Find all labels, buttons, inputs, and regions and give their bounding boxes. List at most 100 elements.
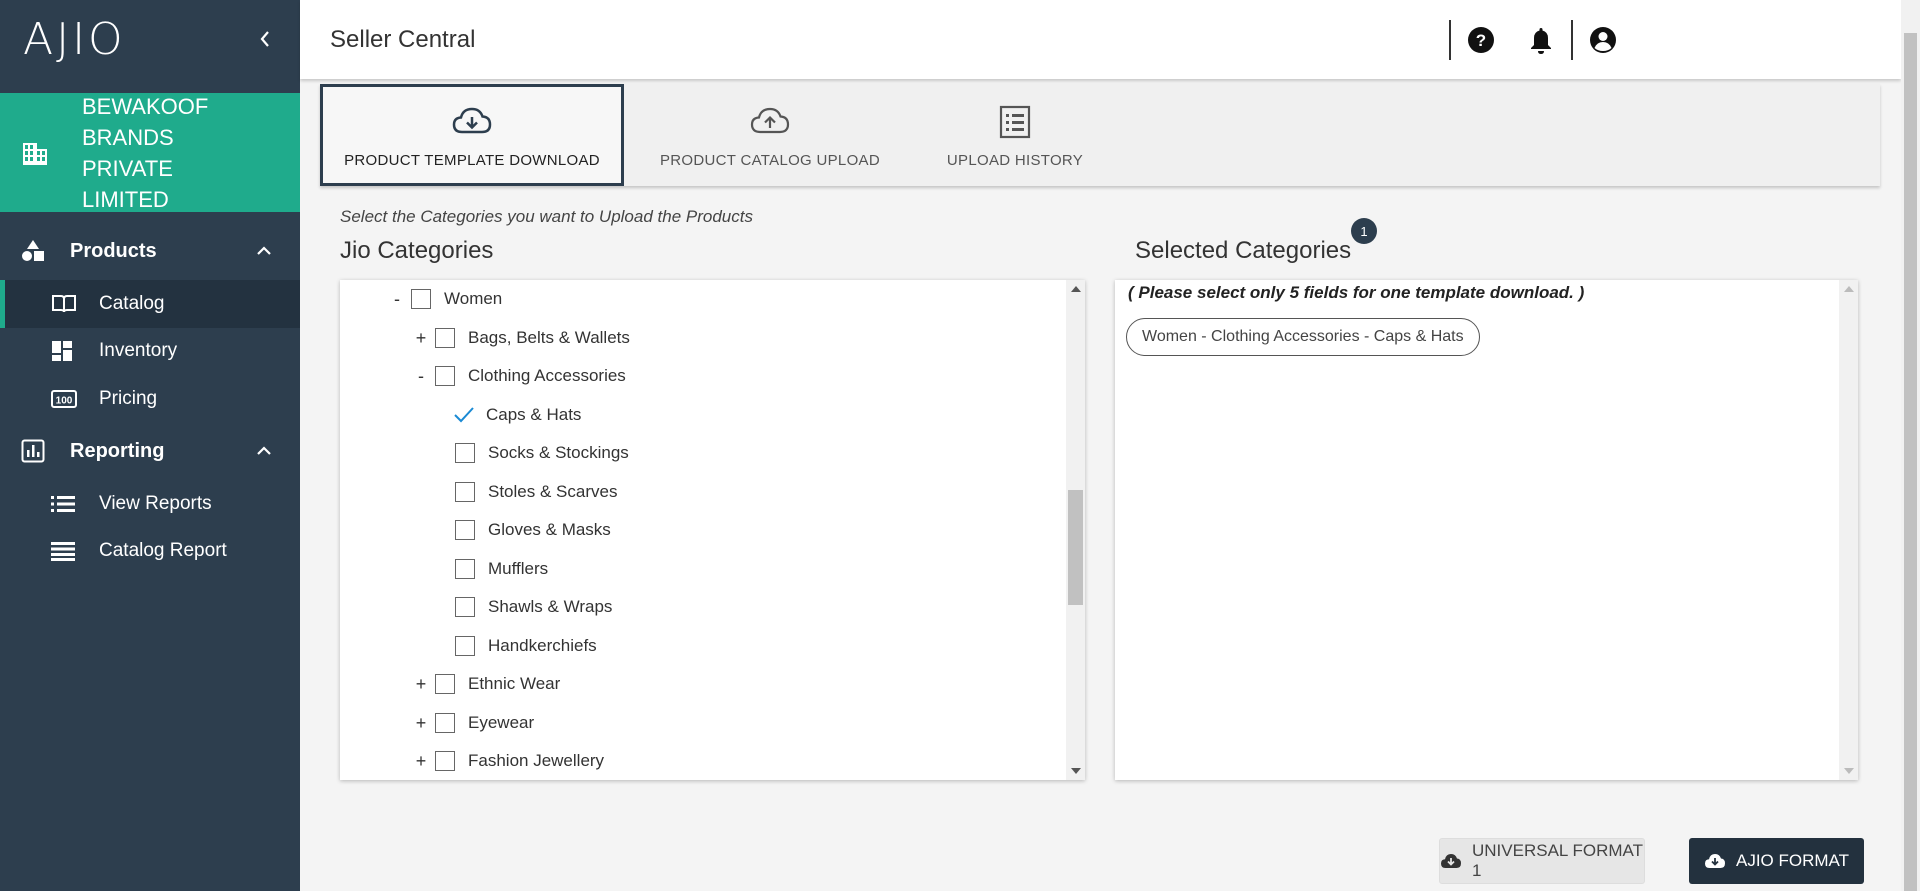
seller-info: BEWAKOOF BRANDS PRIVATE LIMITED bbox=[0, 93, 300, 212]
page-title: Seller Central bbox=[330, 25, 476, 53]
tree-scrollbar-thumb[interactable] bbox=[1068, 490, 1083, 605]
page-scrollbar[interactable] bbox=[1901, 0, 1920, 891]
tab-upload-history[interactable]: UPLOAD HISTORY bbox=[910, 84, 1120, 186]
selected-count-badge: 1 bbox=[1351, 218, 1377, 244]
selected-scrollbar[interactable] bbox=[1839, 280, 1858, 780]
ajio-format-button[interactable]: AJIO FORMAT bbox=[1689, 838, 1864, 884]
chevron-up-icon[interactable] bbox=[256, 446, 272, 456]
jio-categories-title: Jio Categories bbox=[340, 237, 494, 264]
sidebar-item-catalog-report[interactable]: Catalog Report bbox=[0, 527, 300, 575]
tree-label: Fashion Jewellery bbox=[468, 751, 605, 770]
logo-row: AJIO bbox=[0, 0, 300, 78]
tree-label: Eyewear bbox=[468, 713, 535, 732]
cloud-download-icon bbox=[452, 102, 492, 142]
sidebar-item-inventory[interactable]: Inventory bbox=[0, 327, 300, 375]
bar-chart-icon bbox=[21, 439, 49, 463]
tree-row-socks-stockings[interactable]: Socks & Stockings bbox=[455, 436, 629, 470]
svg-text:100: 100 bbox=[56, 396, 73, 407]
help-icon[interactable]: ? bbox=[1451, 0, 1511, 79]
scroll-up-arrow-icon[interactable] bbox=[1844, 286, 1854, 292]
tree-row-bags-belts-wallets[interactable]: + Bags, Belts & Wallets bbox=[413, 321, 630, 355]
tab-product-template-download[interactable]: PRODUCT TEMPLATE DOWNLOAD bbox=[320, 84, 624, 186]
sidebar-item-view-reports[interactable]: View Reports bbox=[0, 480, 300, 528]
checkbox[interactable] bbox=[455, 597, 475, 617]
sidebar-item-label: Inventory bbox=[99, 340, 178, 361]
tree-row-women[interactable]: - Women bbox=[389, 282, 502, 316]
collapse-sidebar-chevron-left-icon[interactable] bbox=[254, 28, 276, 50]
seller-name: BEWAKOOF BRANDS PRIVATE LIMITED bbox=[82, 93, 209, 212]
sidebar-item-pricing[interactable]: 100 Pricing bbox=[0, 375, 300, 423]
tree-row-stoles-scarves[interactable]: Stoles & Scarves bbox=[455, 475, 617, 509]
selected-categories-panel: ( Please select only 5 fields for one te… bbox=[1115, 280, 1858, 780]
chevron-up-icon[interactable] bbox=[256, 246, 272, 256]
account-icon[interactable] bbox=[1573, 0, 1633, 79]
tab-label: PRODUCT TEMPLATE DOWNLOAD bbox=[344, 151, 600, 169]
jio-categories-tree[interactable]: - Women + Bags, Belts & Wallets - Clothi… bbox=[340, 280, 1085, 780]
scroll-up-arrow-icon[interactable] bbox=[1071, 286, 1081, 292]
scroll-down-arrow-icon[interactable] bbox=[1844, 768, 1854, 774]
button-label: UNIVERSAL FORMAT 1 bbox=[1472, 841, 1643, 880]
checkmark-icon[interactable] bbox=[453, 405, 477, 425]
checkbox[interactable] bbox=[455, 636, 475, 656]
sidebar-section-reporting[interactable]: Reporting bbox=[0, 426, 300, 476]
sidebar-item-label: Pricing bbox=[99, 388, 158, 409]
selected-category-chip[interactable]: Women - Clothing Accessories - Caps & Ha… bbox=[1126, 318, 1480, 356]
expand-toggle[interactable]: + bbox=[413, 328, 429, 349]
list-icon bbox=[51, 495, 79, 513]
tree-label: Clothing Accessories bbox=[468, 366, 626, 385]
tab-product-catalog-upload[interactable]: PRODUCT CATALOG UPLOAD bbox=[630, 84, 910, 186]
universal-format-button[interactable]: UNIVERSAL FORMAT 1 bbox=[1439, 838, 1645, 884]
tree-label: Caps & Hats bbox=[486, 405, 582, 424]
tree-label: Gloves & Masks bbox=[488, 520, 611, 539]
tree-label: Women bbox=[444, 289, 503, 308]
tree-row-clothing-accessories[interactable]: - Clothing Accessories bbox=[413, 359, 626, 393]
tree-row-handkerchiefs[interactable]: Handkerchiefs bbox=[455, 629, 597, 663]
page-scrollbar-thumb[interactable] bbox=[1904, 33, 1917, 891]
tree-row-mufflers[interactable]: Mufflers bbox=[455, 552, 548, 586]
checkbox[interactable] bbox=[455, 443, 475, 463]
collapse-toggle[interactable]: - bbox=[413, 366, 429, 387]
collapse-toggle[interactable]: - bbox=[389, 289, 405, 310]
header-actions: ? bbox=[1449, 0, 1901, 79]
tree-row-ethnic-wear[interactable]: + Ethnic Wear bbox=[413, 667, 560, 701]
checkbox[interactable] bbox=[435, 713, 455, 733]
checkbox[interactable] bbox=[435, 674, 455, 694]
expand-toggle[interactable]: + bbox=[413, 751, 429, 772]
bell-icon[interactable] bbox=[1511, 0, 1571, 79]
checkbox[interactable] bbox=[455, 520, 475, 540]
tree-row-caps-hats[interactable]: Caps & Hats bbox=[453, 398, 581, 432]
lines-icon bbox=[51, 541, 79, 561]
svg-text:?: ? bbox=[1476, 31, 1486, 50]
tree-scrollbar[interactable] bbox=[1066, 280, 1085, 780]
expand-toggle[interactable]: + bbox=[413, 674, 429, 695]
checkbox[interactable] bbox=[435, 751, 455, 771]
history-list-icon bbox=[999, 102, 1031, 142]
button-label: AJIO FORMAT bbox=[1735, 851, 1849, 870]
checkbox[interactable] bbox=[435, 366, 455, 386]
sidebar-item-label: Catalog Report bbox=[99, 540, 227, 561]
tree-row-gloves-masks[interactable]: Gloves & Masks bbox=[455, 513, 611, 547]
tree-row-fashion-jewellery[interactable]: + Fashion Jewellery bbox=[413, 744, 604, 778]
checkbox[interactable] bbox=[455, 482, 475, 502]
sidebar-section-products[interactable]: Products bbox=[0, 226, 300, 276]
shapes-icon bbox=[21, 239, 49, 263]
price-tag-icon: 100 bbox=[51, 390, 79, 408]
sidebar-item-label: Catalog bbox=[99, 293, 165, 314]
cloud-download-icon bbox=[1440, 853, 1462, 869]
checkbox[interactable] bbox=[411, 289, 431, 309]
checkbox[interactable] bbox=[455, 559, 475, 579]
tree-row-eyewear[interactable]: + Eyewear bbox=[413, 706, 534, 740]
ajio-logo[interactable]: AJIO bbox=[23, 14, 126, 65]
sidebar: AJIO BEWAKOOF BRANDS PRIVATE LIMITED Pro… bbox=[0, 0, 300, 891]
sidebar-section-label: Products bbox=[70, 239, 157, 262]
scroll-down-arrow-icon[interactable] bbox=[1071, 768, 1081, 774]
checkbox[interactable] bbox=[435, 328, 455, 348]
expand-toggle[interactable]: + bbox=[413, 713, 429, 734]
sidebar-item-catalog[interactable]: Catalog bbox=[0, 280, 300, 328]
tree-label: Bags, Belts & Wallets bbox=[468, 328, 630, 347]
book-open-icon bbox=[51, 294, 79, 314]
tab-bar: PRODUCT TEMPLATE DOWNLOAD PRODUCT CATALO… bbox=[320, 84, 1880, 186]
tree-row-shawls-wraps[interactable]: Shawls & Wraps bbox=[455, 590, 612, 624]
tree-label: Handkerchiefs bbox=[488, 636, 597, 655]
selected-categories-title: Selected Categories bbox=[1135, 237, 1352, 264]
